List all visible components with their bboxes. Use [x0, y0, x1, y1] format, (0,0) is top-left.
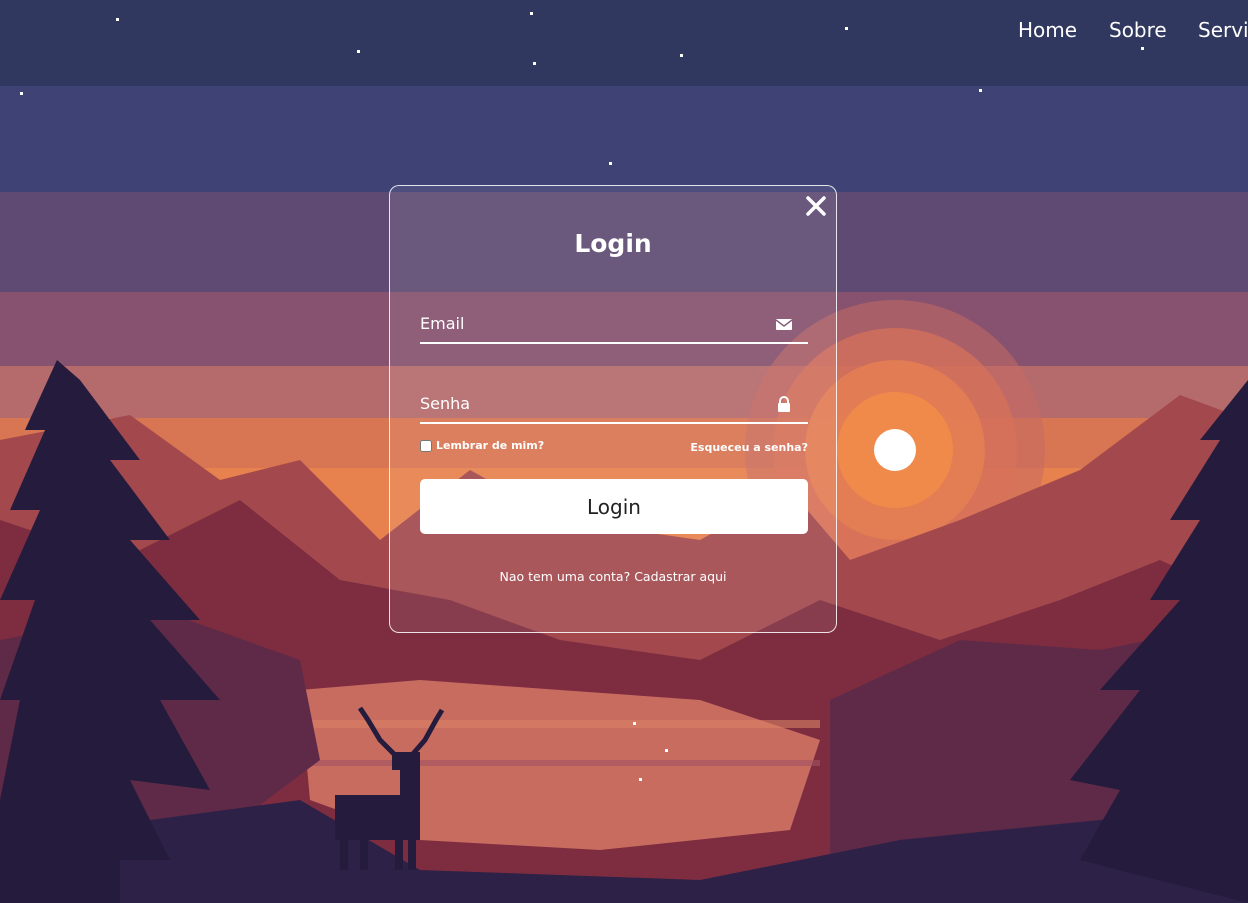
register-prompt: Nao tem uma conta? Cadastrar aqui — [390, 569, 836, 584]
nav-link-sobre[interactable]: Sobre — [1109, 18, 1167, 42]
forgot-password-link[interactable]: Esqueceu a senha? — [690, 441, 808, 454]
nav-link-servicos[interactable]: Servi — [1198, 18, 1248, 42]
remember-checkbox[interactable] — [420, 439, 432, 452]
nav-link-home[interactable]: Home — [1018, 18, 1077, 42]
close-icon[interactable] — [804, 194, 828, 218]
login-options: Lembrar de mim? Esqueceu a senha? — [420, 439, 808, 457]
login-modal: Login Lembrar de mim? Esqueceu a senha? … — [389, 185, 837, 633]
remember-me[interactable]: Lembrar de mim? — [420, 439, 544, 452]
register-link[interactable]: Cadastrar aqui — [634, 569, 726, 584]
remember-label: Lembrar de mim? — [436, 439, 545, 452]
login-button[interactable]: Login — [420, 479, 808, 534]
register-prefix: Nao tem uma conta? — [499, 569, 631, 584]
modal-title: Login — [574, 229, 652, 258]
top-nav: Home Sobre Servi — [0, 18, 1248, 48]
email-input[interactable] — [420, 308, 760, 338]
lock-icon — [778, 396, 790, 412]
password-input[interactable] — [420, 388, 760, 418]
envelope-icon — [776, 319, 792, 330]
email-field — [420, 308, 808, 344]
password-field — [420, 388, 808, 424]
